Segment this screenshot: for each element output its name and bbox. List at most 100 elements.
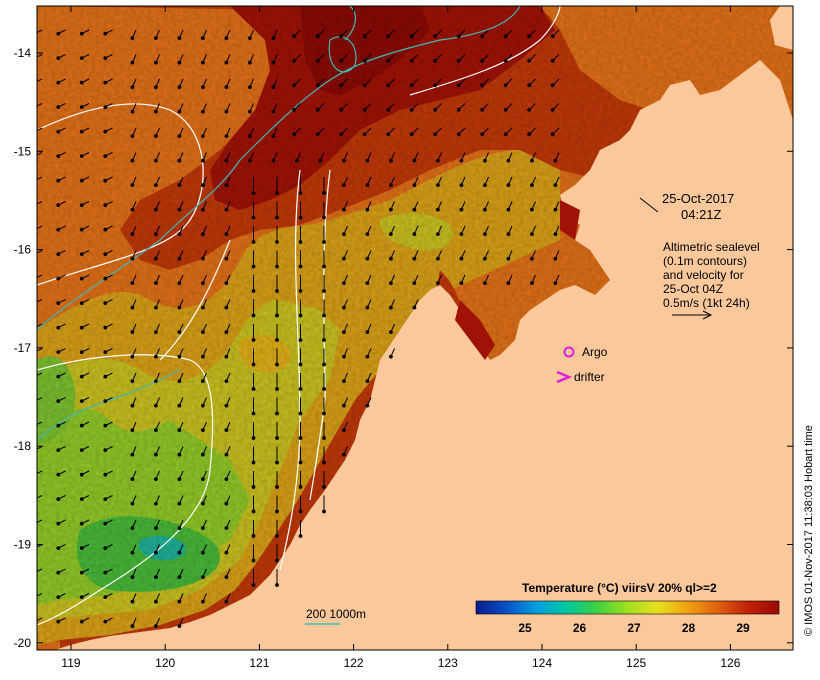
- velocity-arrow-head: [130, 305, 135, 310]
- velocity-arrow-head: [386, 132, 391, 137]
- velocity-arrow-head: [103, 595, 108, 599]
- velocity-arrow-head: [503, 83, 508, 88]
- velocity-arrow-head: [79, 227, 84, 232]
- velocity-arrow-head: [103, 154, 108, 159]
- lat-tick-label: -16: [14, 243, 32, 257]
- velocity-arrow-head: [409, 58, 414, 63]
- velocity-arrow-head: [275, 558, 279, 563]
- argo-label: Argo: [582, 345, 608, 359]
- velocity-arrow-head: [298, 460, 303, 465]
- velocity-arrow-head: [275, 240, 279, 244]
- velocity-arrow-head: [56, 227, 61, 232]
- velocity-arrow-head: [33, 620, 36, 623]
- velocity-arrow-head: [177, 330, 182, 335]
- velocity-arrow-head: [130, 109, 135, 114]
- velocity-arrow-head: [224, 36, 229, 40]
- velocity-arrow-head: [154, 550, 158, 555]
- velocity-arrow-head: [79, 497, 84, 502]
- velocity-arrow-head: [224, 452, 229, 457]
- velocity-arrow-head: [103, 252, 108, 257]
- velocity-arrow-head: [456, 58, 461, 63]
- velocity-arrow-head: [275, 436, 279, 440]
- velocity-arrow-head: [130, 403, 135, 408]
- velocity-arrow-head: [248, 60, 252, 65]
- velocity-arrow-head: [456, 107, 461, 112]
- velocity-arrow-head: [342, 207, 346, 212]
- velocity-arrow-head: [248, 134, 252, 139]
- velocity-arrow-head: [553, 256, 558, 261]
- velocity-arrow-head: [154, 428, 158, 433]
- velocity-arrow-head: [224, 354, 229, 359]
- velocity-arrow-head: [224, 305, 229, 310]
- velocity-arrow-head: [315, 34, 320, 39]
- velocity-arrow-head: [177, 134, 182, 139]
- velocity-arrow-head: [275, 509, 279, 514]
- velocity-arrow-head: [483, 183, 487, 188]
- velocity-arrow-head: [201, 550, 205, 555]
- velocity-arrow-head: [251, 411, 256, 416]
- velocity-arrow-head: [550, 34, 555, 39]
- velocity-arrow-head: [56, 178, 61, 183]
- velocity-arrow-head: [154, 158, 158, 163]
- velocity-arrow-head: [177, 428, 182, 433]
- velocity-arrow-head: [177, 36, 182, 40]
- time-label: 04:21Z: [681, 207, 722, 222]
- velocity-arrow-head: [298, 485, 303, 489]
- velocity-arrow-head: [292, 132, 297, 137]
- velocity-arrow-head: [177, 305, 182, 310]
- velocity-arrow-head: [459, 183, 464, 188]
- velocity-arrow-head: [79, 325, 84, 330]
- velocity-arrow-head: [177, 624, 182, 628]
- velocity-arrow-head: [130, 624, 135, 628]
- lon-tick-label: 119: [61, 656, 80, 670]
- velocity-arrow-head: [530, 183, 534, 188]
- velocity-arrow-head: [79, 521, 84, 526]
- velocity-arrow-head: [389, 183, 393, 188]
- velocity-arrow-head: [483, 256, 487, 261]
- velocity-arrow-head: [56, 105, 61, 109]
- velocity-arrow-head: [224, 85, 229, 89]
- velocity-arrow-head: [154, 109, 158, 114]
- velocity-arrow-head: [103, 546, 108, 550]
- velocity-arrow-head: [103, 276, 108, 281]
- velocity-arrow-head: [342, 428, 346, 433]
- velocity-arrow-head: [103, 350, 108, 355]
- velocity-arrow-head: [480, 34, 485, 39]
- velocity-arrow-head: [362, 34, 367, 39]
- velocity-arrow-head: [56, 203, 61, 208]
- lon-tick-label: 124: [532, 656, 552, 670]
- velocity-arrow-head: [550, 107, 555, 112]
- velocity-arrow-head: [248, 85, 252, 89]
- velocity-arrow-head: [201, 575, 205, 579]
- velocity-arrow-head: [130, 501, 135, 506]
- velocity-arrow-head: [201, 207, 205, 212]
- velocity-arrow-head: [322, 289, 326, 293]
- velocity-arrow-head: [456, 83, 461, 88]
- velocity-arrow-head: [33, 571, 36, 574]
- velocity-arrow-head: [271, 158, 276, 163]
- velocity-arrow-head: [271, 134, 276, 139]
- velocity-arrow-head: [130, 36, 135, 40]
- velocity-arrow-head: [201, 428, 205, 433]
- velocity-arrow-head: [553, 183, 558, 188]
- velocity-arrow-head: [480, 132, 485, 137]
- velocity-arrow-head: [224, 330, 229, 335]
- velocity-arrow-head: [130, 158, 135, 163]
- velocity-arrow-head: [480, 107, 485, 112]
- velocity-arrow-head: [251, 264, 256, 269]
- velocity-arrow-head: [130, 85, 135, 89]
- velocity-arrow-head: [295, 158, 299, 163]
- velocity-arrow-head: [154, 305, 158, 310]
- velocity-arrow-head: [201, 379, 205, 384]
- velocity-arrow-head: [79, 252, 84, 257]
- velocity-arrow-head: [177, 575, 182, 579]
- velocity-arrow-head: [527, 107, 532, 112]
- velocity-arrow-head: [56, 325, 61, 330]
- velocity-arrow-head: [201, 134, 205, 139]
- velocity-arrow-head: [177, 550, 182, 555]
- velocity-arrow-head: [154, 526, 158, 530]
- velocity-arrow-head: [342, 183, 346, 188]
- velocity-arrow-head: [224, 109, 229, 114]
- velocity-arrow-head: [459, 207, 464, 212]
- velocity-arrow-head: [275, 313, 279, 318]
